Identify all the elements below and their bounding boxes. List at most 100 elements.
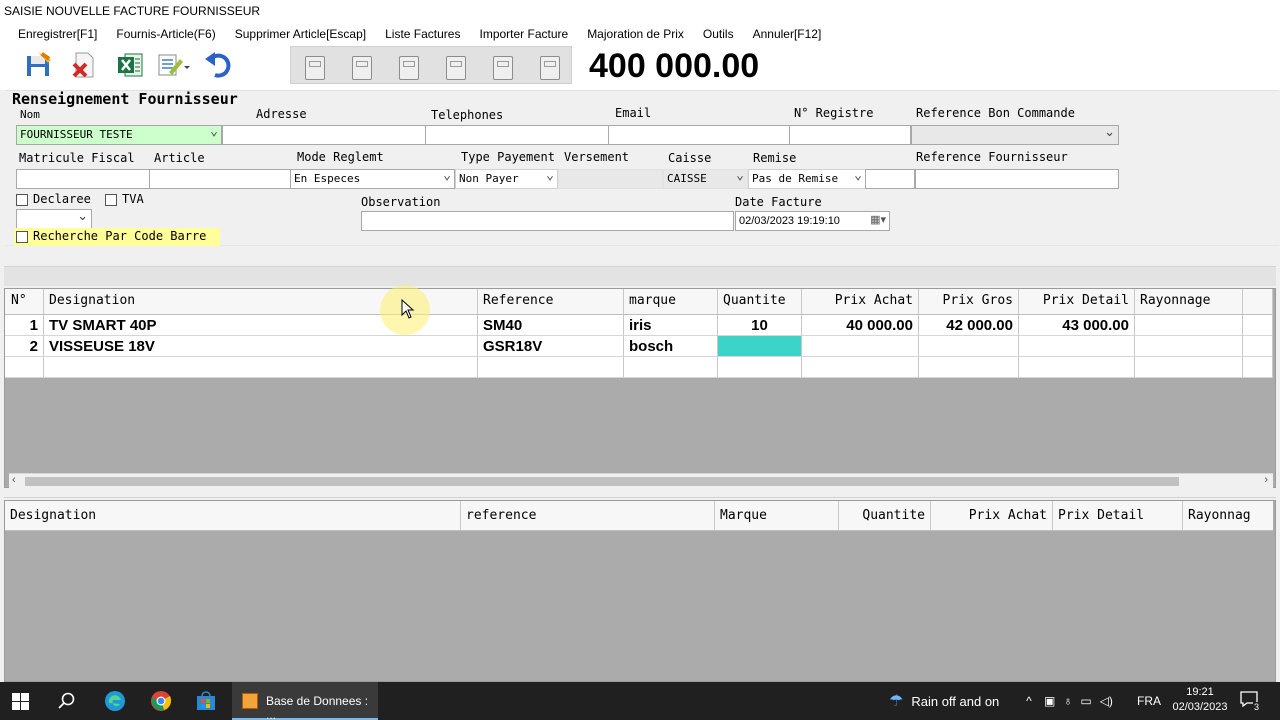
cell-n[interactable]: 2 [5,336,44,357]
slot-icon[interactable] [305,56,325,80]
reference-bon-commande-combo[interactable] [911,125,1119,145]
type-payement-combo[interactable]: Non Payer [455,169,558,189]
save-icon[interactable] [22,48,56,82]
table-row-new[interactable] [5,357,1273,378]
article-field[interactable] [149,169,291,189]
scroll-left-icon[interactable]: ‹ [12,474,16,486]
fournisseur-articles-grid[interactable]: Designation reference Marque Quantite Pr… [4,500,1276,682]
list-edit-icon[interactable] [156,48,190,82]
cell-prix-gros[interactable] [919,357,1019,378]
col-header-prix-achat[interactable]: Prix Achat [802,289,919,315]
cell-prix-achat[interactable]: 40 000.00 [802,315,919,336]
scrollbar-thumb[interactable] [25,477,1179,486]
excel-icon[interactable] [113,48,147,82]
undo-icon[interactable] [202,48,236,82]
remise-value-field[interactable] [865,169,915,189]
cell-rayonnage[interactable] [1135,315,1243,336]
mode-reglement-combo[interactable]: En Especes [290,169,455,189]
telephones-field[interactable] [425,125,609,145]
cell-rayonnage[interactable] [1135,357,1243,378]
taskbar-app-button[interactable]: Base de Donnees : ... [232,682,378,720]
cell-n[interactable] [5,357,44,378]
col-header-designation[interactable]: Designation [5,501,461,531]
cell-n[interactable]: 1 [5,315,44,336]
menu-majoration-prix[interactable]: Majoration de Prix [587,22,684,44]
table-row[interactable]: 2 VISSEUSE 18V GSR18V bosch [5,336,1273,357]
clock[interactable]: 19:21 02/03/2023 [1165,685,1235,715]
email-field[interactable] [608,125,790,145]
col-header-reference[interactable]: reference [461,501,715,531]
chrome-icon[interactable] [150,690,172,715]
col-header-prix-detail[interactable]: Prix Detail [1053,501,1183,531]
chevron-up-icon[interactable]: ^ [1022,694,1036,708]
menu-outils[interactable]: Outils [703,22,734,44]
menu-liste-factures[interactable]: Liste Factures [385,22,460,44]
col-header-n[interactable]: N° [5,289,44,315]
col-header-prix-gros[interactable]: Prix Gros [919,289,1019,315]
menu-fournis-article[interactable]: Fournis-Article(F6) [116,22,215,44]
grid-splitter[interactable] [4,490,1276,498]
windows-start-icon[interactable] [12,693,29,710]
cell-rayonnage[interactable] [1135,336,1243,357]
cell-designation[interactable] [44,357,478,378]
horizontal-scrollbar[interactable]: ‹ › [9,473,1273,489]
observation-field[interactable] [361,211,734,231]
table-row[interactable]: 1 TV SMART 40P SM40 iris 10 40 000.00 42… [5,315,1273,336]
declaree-combo[interactable] [16,209,92,229]
menu-annuler[interactable]: Annuler[F12] [753,22,822,44]
caisse-combo[interactable]: CAISSE [663,169,748,189]
slot-icon[interactable] [399,56,419,80]
adresse-field[interactable] [222,125,426,145]
cell-prix-achat[interactable] [802,357,919,378]
search-icon[interactable] [58,692,76,713]
cell-marque[interactable]: iris [624,315,718,336]
cell-quantite[interactable] [718,357,802,378]
weather-widget[interactable]: ☂ Rain off and on [889,682,999,720]
col-header-quantite[interactable]: Quantite [839,501,931,531]
tva-checkbox[interactable] [105,194,117,206]
matricule-fiscal-field[interactable] [16,169,150,189]
cell-prix-gros[interactable] [919,336,1019,357]
volume-icon[interactable]: ◁) [1100,694,1113,708]
slot-icon[interactable] [493,56,513,80]
col-header-prix-achat[interactable]: Prix Achat [931,501,1053,531]
cell-prix-detail[interactable]: 43 000.00 [1019,315,1135,336]
slot-icon[interactable] [446,56,466,80]
cell-prix-detail[interactable] [1019,357,1135,378]
registre-field[interactable] [789,125,911,145]
cell-quantite[interactable]: 10 [718,315,802,336]
col-header-marque[interactable]: Marque [715,501,839,531]
delete-icon[interactable] [66,48,100,82]
col-header-rayonnage[interactable]: Rayonnag [1183,501,1273,531]
col-header-quantite[interactable]: Quantite [718,289,802,315]
date-facture-picker[interactable]: 02/03/2023 19:19:10 ▦▾ [735,211,890,231]
cell-quantite-active[interactable] [718,336,802,357]
declaree-checkbox[interactable] [16,194,28,206]
cell-prix-achat[interactable] [802,336,919,357]
network-icon[interactable]: ▭ [1080,694,1091,708]
cell-prix-detail[interactable] [1019,336,1135,357]
reference-fournisseur-field[interactable] [915,169,1119,189]
invoice-lines-grid[interactable]: N° Designation Reference marque Quantite… [4,288,1276,489]
menu-importer-facture[interactable]: Importer Facture [479,22,568,44]
calendar-icon[interactable]: ▦▾ [870,213,886,226]
menu-enregistrer[interactable]: Enregistrer[F1] [18,22,97,44]
slot-icon[interactable] [352,56,372,80]
remise-combo[interactable]: Pas de Remise [748,169,866,189]
microphone-icon[interactable]: ♁ [1063,694,1072,708]
recherche-code-barre-checkbox[interactable] [16,231,28,243]
cell-prix-gros[interactable]: 42 000.00 [919,315,1019,336]
col-header-reference[interactable]: Reference [478,289,624,315]
col-header-rayonnage[interactable]: Rayonnage [1135,289,1243,315]
versement-field[interactable] [558,169,663,189]
cell-marque[interactable] [624,357,718,378]
notifications-icon[interactable]: 3 [1240,691,1260,712]
cell-marque[interactable]: bosch [624,336,718,357]
col-header-marque[interactable]: marque [624,289,718,315]
cell-reference[interactable] [478,357,624,378]
col-header-prix-detail[interactable]: Prix Detail [1019,289,1135,315]
slot-icon[interactable] [540,56,560,80]
store-icon[interactable] [196,691,216,714]
cell-designation[interactable]: VISSEUSE 18V [44,336,478,357]
cell-reference[interactable]: GSR18V [478,336,624,357]
